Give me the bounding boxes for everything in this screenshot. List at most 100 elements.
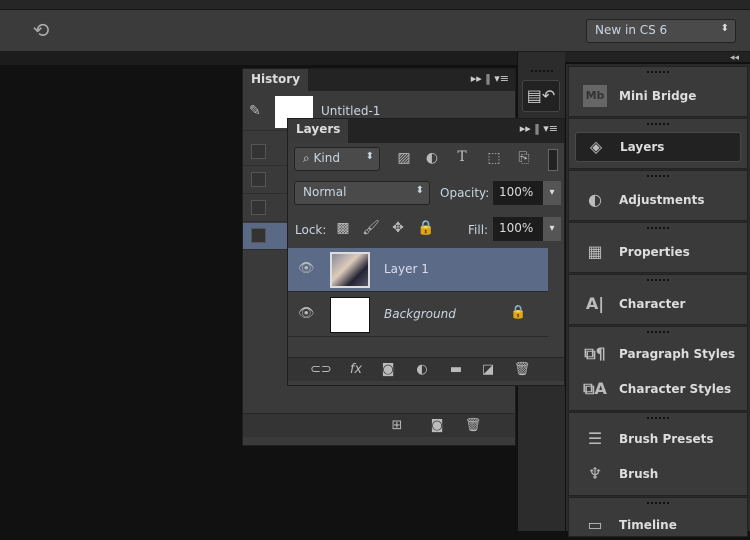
dock-label: Properties <box>619 245 690 259</box>
dock-label: Timeline <box>619 518 677 532</box>
eye-icon[interactable]: 👁 <box>298 306 315 321</box>
fx-icon[interactable]: fx <box>346 362 366 377</box>
camera-icon[interactable]: ◙ <box>427 418 447 433</box>
dock-item-brush[interactable]: ♆ Brush <box>575 459 741 489</box>
lock-icon: 🔒 <box>510 305 527 320</box>
opacity-input[interactable]: 100% <box>493 181 543 205</box>
new-layer-icon[interactable]: ◪ <box>478 362 498 377</box>
dock-group: A| Character <box>568 274 748 325</box>
opacity-label: Opacity: <box>440 186 490 200</box>
dock-label: Layers <box>620 140 665 154</box>
character-styles-icon: ⧉A <box>583 379 607 398</box>
dock-item-adjustments[interactable]: ◐ Adjustments <box>575 185 741 215</box>
filter-smart-object-icon[interactable]: ⎘ <box>514 150 534 166</box>
workspace-select[interactable]: New in CS 6 ⬍ <box>586 19 736 43</box>
chevron-updown-icon: ⬍ <box>720 23 729 34</box>
layers-footer: ⊂⊃ fx ◙ ◐ ▬ ◪ 🗑 <box>288 357 564 381</box>
filter-label: Kind <box>313 151 340 165</box>
folder-icon[interactable]: ▬ <box>446 362 466 377</box>
history-panel-icon[interactable]: ▤↶ <box>522 80 560 112</box>
dock-label: Paragraph Styles <box>619 347 736 361</box>
dock-label: Brush <box>619 467 659 481</box>
layers-icon: ◈ <box>589 137 603 156</box>
filter-shape-icon[interactable]: ⬚ <box>484 150 504 166</box>
snapshot-name: Untitled-1 <box>321 104 381 118</box>
tab-layers[interactable]: Layers <box>288 119 349 143</box>
layer-row[interactable]: 👁 Layer 1 <box>288 248 548 292</box>
layer-row[interactable]: 👁 Background 🔒 <box>288 293 548 337</box>
rotate-undo-icon[interactable]: ⟲ <box>28 18 54 44</box>
workspace-label: New in CS 6 <box>595 23 668 37</box>
character-icon: A| <box>585 294 605 313</box>
lock-all-icon[interactable]: 🔒 <box>416 220 436 236</box>
filter-kind-select[interactable]: ⌕ Kind ⬍ <box>294 147 380 171</box>
document-tab-bar <box>0 52 517 65</box>
panel-dock: Mb Mini Bridge ◈ Layers ◐ Adjustments ▦ Prop… <box>566 64 750 537</box>
lock-move-icon[interactable]: ✥ <box>388 220 408 236</box>
dock-item-mini-bridge[interactable]: Mb Mini Bridge <box>575 81 741 111</box>
layer-thumbnail <box>330 252 370 288</box>
adjustment-layer-icon[interactable]: ◐ <box>412 362 432 377</box>
adjustments-icon: ◐ <box>588 190 602 209</box>
link-icon[interactable]: ⊂⊃ <box>310 362 332 377</box>
dock-group: ▭ Timeline <box>568 497 748 537</box>
timeline-icon: ▭ <box>587 515 603 534</box>
fill-dropdown[interactable]: ▾ <box>543 217 561 241</box>
layer-name: Layer 1 <box>384 262 429 276</box>
tab-history[interactable]: History <box>243 69 309 91</box>
chevron-updown-icon: ⬍ <box>365 151 374 162</box>
dock-item-properties[interactable]: ▦ Properties <box>575 237 741 267</box>
filter-pixel-icon[interactable]: ▨ <box>394 150 414 166</box>
layers-header: Layers ▸▸ ‖ ▾≡ <box>288 119 564 143</box>
properties-icon: ▦ <box>587 242 603 261</box>
mini-bridge-icon: Mb <box>583 85 607 107</box>
state-checkbox[interactable] <box>251 144 266 159</box>
collapse-icon[interactable]: ◂◂ <box>730 53 739 63</box>
new-document-icon[interactable]: ⊞ <box>387 418 407 433</box>
dock-label: Character Styles <box>619 382 732 396</box>
lock-brush-icon[interactable]: 🖌 <box>361 220 381 236</box>
fill-label: Fill: <box>468 223 489 237</box>
chevron-updown-icon: ⬍ <box>415 185 424 196</box>
state-checkbox[interactable] <box>251 200 266 215</box>
trash-icon[interactable]: 🗑 <box>463 418 483 433</box>
history-header: History ▸▸ ‖ ▾≡ <box>243 69 515 91</box>
state-checkbox[interactable] <box>251 228 266 243</box>
dock-group: ▦ Properties <box>568 222 748 273</box>
dock-group: ⧉¶ Paragraph Styles ⧉A Character Styles <box>568 326 748 411</box>
brush-icon: ♆ <box>587 464 603 483</box>
eye-icon[interactable]: 👁 <box>298 261 315 276</box>
trash-icon[interactable]: 🗑 <box>512 362 532 377</box>
dock-label: Adjustments <box>619 193 705 207</box>
dock-item-character-styles[interactable]: ⧉A Character Styles <box>575 374 741 404</box>
filter-toggle[interactable] <box>548 149 558 171</box>
lock-transparent-icon[interactable]: ▩ <box>333 220 353 236</box>
dock-group: ☰ Brush Presets ♆ Brush <box>568 412 748 496</box>
dock-item-character[interactable]: A| Character <box>575 289 741 319</box>
filter-adjustment-icon[interactable]: ◐ <box>422 150 442 166</box>
dock-label: Mini Bridge <box>619 89 697 103</box>
blend-mode-label: Normal <box>303 185 347 199</box>
dock-group: ◐ Adjustments <box>568 170 748 221</box>
dock-group: ◈ Layers <box>568 118 748 169</box>
title-strip <box>0 0 750 10</box>
opacity-dropdown[interactable]: ▾ <box>543 181 561 205</box>
lock-label: Lock: <box>295 223 327 237</box>
dock-item-brush-presets[interactable]: ☰ Brush Presets <box>575 424 741 454</box>
panel-menu-icon[interactable]: ▸▸ ‖ ▾≡ <box>520 122 558 135</box>
dock-item-paragraph-styles[interactable]: ⧉¶ Paragraph Styles <box>575 339 741 369</box>
dock-item-timeline[interactable]: ▭ Timeline <box>575 510 741 540</box>
mask-icon[interactable]: ◙ <box>378 362 398 377</box>
fill-input[interactable]: 100% <box>493 217 543 241</box>
layers-panel: Layers ▸▸ ‖ ▾≡ ⌕ Kind ⬍ ▨ ◐ T ⬚ ⎘ Normal ⬍… <box>287 118 565 386</box>
dock-label: Character <box>619 297 686 311</box>
history-brush-icon: ✎ <box>249 103 261 119</box>
filter-type-icon[interactable]: T <box>452 149 472 165</box>
dock-item-layers[interactable]: ◈ Layers <box>575 132 741 162</box>
panel-menu-icon[interactable]: ▸▸ ‖ ▾≡ <box>471 72 509 85</box>
paragraph-styles-icon: ⧉¶ <box>584 344 606 363</box>
layer-thumbnail <box>330 297 370 333</box>
history-footer: ⊞ ◙ 🗑 <box>243 413 515 437</box>
blend-mode-select[interactable]: Normal ⬍ <box>294 181 430 205</box>
state-checkbox[interactable] <box>251 172 266 187</box>
